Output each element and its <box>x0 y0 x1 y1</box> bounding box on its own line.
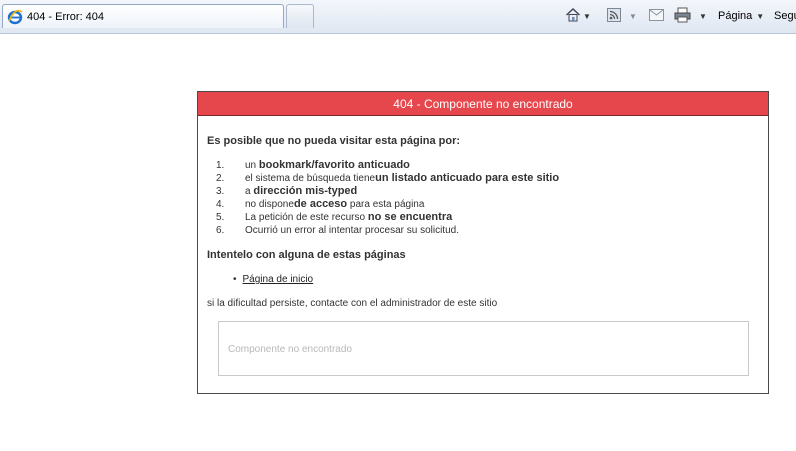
mail-icon <box>649 8 664 24</box>
read-mail-button[interactable] <box>649 6 664 26</box>
list-item: 1. un bookmark/favorito anticuado <box>216 159 410 171</box>
browser-tab[interactable]: 404 - Error: 404 <box>2 4 284 28</box>
home-page-link[interactable]: Página de inicio <box>243 274 314 285</box>
error-intro: Es posible que no pueda visitar esta pág… <box>207 135 461 147</box>
reasons-list: 1. un bookmark/favorito anticuado 2. el si… <box>216 159 559 237</box>
list-item: 3. a dirección mis-typed <box>216 185 358 197</box>
feeds-dropdown-icon[interactable]: ▼ <box>629 12 637 21</box>
tab-title: 404 - Error: 404 <box>27 10 105 23</box>
contact-admin-text: si la dificultad persiste, contacte con … <box>207 298 498 309</box>
suggested-pages: • Página de inicio <box>233 274 313 285</box>
error-panel: 404 - Componente no encontrado Es posibl… <box>197 91 769 394</box>
feed-icon <box>607 7 621 25</box>
list-item: 5. La petición de este recurso no se encu… <box>216 211 453 223</box>
home-button[interactable]: ▼ <box>565 6 591 26</box>
home-icon <box>565 7 581 26</box>
print-dropdown-icon[interactable]: ▼ <box>699 12 707 21</box>
suggestion-heading: Intentelo con alguna de estas páginas <box>207 249 406 261</box>
page-menu-label: Página <box>718 10 753 22</box>
bullet: • <box>233 274 237 285</box>
browser-toolbar: 404 - Error: 404 ▼ ▼ ▼ Página ▼ Seg <box>0 0 796 34</box>
error-header: 404 - Componente no encontrado <box>198 92 768 116</box>
printer-icon <box>674 7 691 26</box>
error-detail-box: Componente no encontrado <box>218 321 749 376</box>
home-dropdown-icon[interactable]: ▼ <box>583 12 591 21</box>
security-menu[interactable]: Segu <box>774 6 796 26</box>
list-item: 4. no disponede acceso para esta página <box>216 198 425 210</box>
page-menu[interactable]: Página ▼ <box>718 6 764 26</box>
feeds-button[interactable]: ▼ <box>607 6 637 26</box>
print-button[interactable]: ▼ <box>674 6 707 26</box>
new-tab-button[interactable] <box>286 4 314 28</box>
page-dropdown-icon: ▼ <box>756 11 765 21</box>
list-item: 2. el sistema de búsqueda tieneun listado… <box>216 172 560 184</box>
list-item: 6. Ocurrió un error al intentar procesar … <box>216 225 459 236</box>
ie-logo-icon <box>7 9 23 25</box>
security-menu-label: Segu <box>774 10 796 22</box>
error-detail-message: Componente no encontrado <box>228 344 352 355</box>
